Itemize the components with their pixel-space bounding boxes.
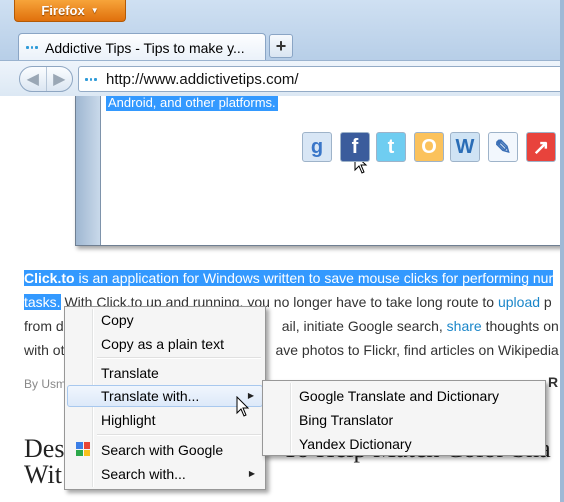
share-link[interactable]: share	[447, 318, 482, 334]
menu-item-copy-plain-text[interactable]: Copy as a plain text	[67, 333, 263, 355]
menu-item-label: Google Translate and Dictionary	[299, 388, 499, 404]
forward-button[interactable]: ▶	[47, 67, 73, 91]
menu-item-label: Copy as a plain text	[101, 336, 224, 352]
back-button[interactable]: ◀	[20, 67, 47, 91]
plus-icon: +	[275, 35, 287, 56]
paragraph-text: ail, initiate Google search,	[281, 318, 447, 334]
screenshot-selected-text: Android, and other platforms.	[106, 96, 278, 111]
article-screenshot-image: Android, and other platforms. g f t O W ✎ ↗	[75, 96, 564, 246]
paragraph-text: p	[540, 294, 552, 310]
submenu-item-google-translate[interactable]: Google Translate and Dictionary	[265, 385, 543, 407]
menu-item-label: Yandex Dictionary	[299, 436, 412, 452]
forward-arrow-icon: ▶	[53, 71, 66, 88]
tab-addictive-tips[interactable]: Addictive Tips - Tips to make y...	[18, 33, 266, 61]
menu-item-search-with[interactable]: Search with... ▶	[67, 463, 263, 485]
mouse-cursor-icon	[236, 396, 250, 417]
selected-text: is an application for Windows written to…	[74, 270, 554, 286]
share-arrow-icon[interactable]: ↗	[526, 132, 556, 162]
upload-link[interactable]: upload	[498, 294, 540, 310]
wordpress-icon[interactable]: W	[450, 132, 480, 162]
window-frame-edge	[560, 0, 564, 502]
menu-item-search-google[interactable]: Search with Google	[67, 439, 263, 461]
translate-submenu: Google Translate and Dictionary Bing Tra…	[262, 380, 546, 456]
paragraph-text: from d	[24, 318, 64, 334]
author-byline: By Usm	[24, 377, 66, 391]
twitter-icon[interactable]: t	[376, 132, 406, 162]
menu-item-label: Search with...	[101, 466, 186, 482]
paragraph-text: ave photos to Flickr, find articles on W…	[275, 342, 564, 358]
orkut-icon[interactable]: O	[414, 132, 444, 162]
firefox-button-label: Firefox	[41, 3, 85, 18]
firefox-menu-button[interactable]: Firefox ▼	[14, 0, 126, 22]
back-arrow-icon: ◀	[26, 71, 39, 88]
url-bar[interactable]: http://www.addictivetips.com/	[78, 66, 564, 92]
facebook-icon[interactable]: f	[340, 132, 370, 162]
menu-item-label: Highlight	[101, 412, 156, 428]
screenshot-sidebar	[76, 96, 101, 245]
menu-item-label: Bing Translator	[299, 412, 394, 428]
url-text: http://www.addictivetips.com/	[106, 70, 299, 88]
menu-item-translate-with[interactable]: Translate with... ▶	[67, 385, 263, 407]
menu-separator	[97, 434, 261, 436]
chevron-down-icon: ▼	[90, 6, 99, 15]
site-favicon-icon	[84, 72, 98, 86]
menu-item-label: Copy	[101, 312, 134, 328]
submenu-item-yandex-dictionary[interactable]: Yandex Dictionary	[265, 433, 543, 455]
menu-separator	[97, 357, 261, 359]
menu-item-highlight[interactable]: Highlight	[67, 409, 263, 431]
paragraph-text: thoughts on T	[481, 318, 564, 334]
heading-text: Des	[24, 434, 65, 463]
browser-chrome: Firefox ▼ Addictive Tips - Tips to make …	[0, 0, 564, 96]
paragraph-text: with ot	[24, 342, 65, 358]
submenu-arrow-icon: ▶	[248, 469, 255, 478]
menu-item-label: Search with Google	[101, 442, 224, 458]
new-tab-button[interactable]: +	[269, 34, 293, 58]
menu-item-translate[interactable]: Translate	[67, 362, 263, 384]
google-icon	[76, 442, 90, 456]
sidebar-heading-fragment: R	[548, 374, 559, 390]
menu-item-label: Translate	[101, 365, 159, 381]
paragraph-line-1: Click.to is an application for Windows w…	[24, 266, 564, 290]
navigation-toolbar: ◀ ▶ http://www.addictivetips.com/	[0, 60, 564, 96]
back-forward-group: ◀ ▶	[19, 66, 73, 92]
submenu-item-bing-translator[interactable]: Bing Translator	[265, 409, 543, 431]
selected-text: tasks.	[24, 294, 61, 310]
google-bookmark-icon[interactable]: g	[302, 132, 332, 162]
clickto-link-selected[interactable]: Click.to	[24, 270, 75, 286]
menu-item-label: Translate with...	[101, 388, 200, 404]
notepad-icon[interactable]: ✎	[488, 132, 518, 162]
site-favicon-icon	[25, 41, 39, 55]
tab-title: Addictive Tips - Tips to make y...	[45, 39, 245, 56]
heading-text: Wit	[24, 460, 62, 489]
menu-item-copy[interactable]: Copy	[67, 309, 263, 331]
